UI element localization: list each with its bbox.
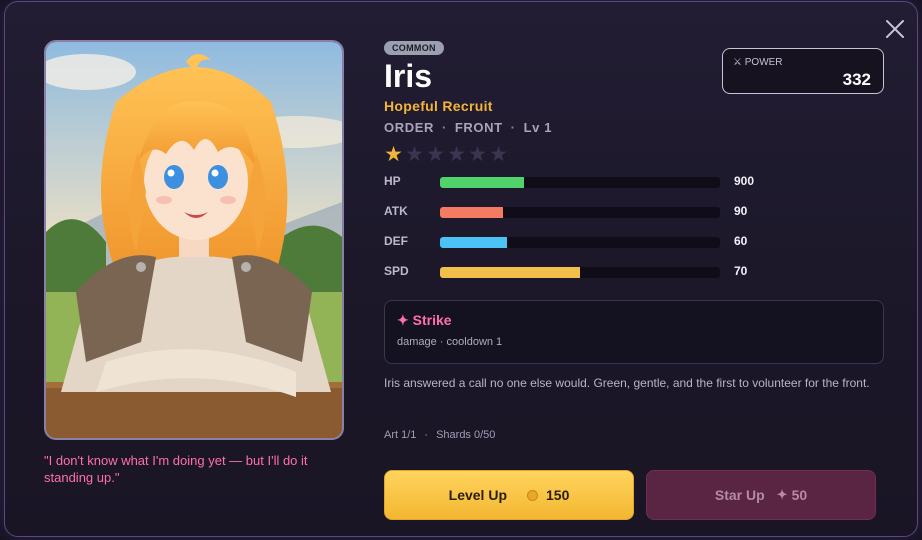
collection-info: Art 1/1 · Shards 0/50 [384, 429, 496, 441]
level-up-cost: 150 [546, 487, 570, 503]
skill-name: ✦ Strike [397, 312, 452, 328]
stat-bar-fill [440, 267, 580, 278]
close-icon[interactable] [884, 18, 906, 40]
stat-bar-track [440, 177, 720, 188]
hero-bio: Iris answered a call no one else would. … [384, 376, 870, 390]
stat-row-atk: ATK 90 [384, 204, 784, 220]
star-icon: ★ [468, 143, 487, 166]
stat-bar-fill [440, 177, 524, 188]
power-label: ⚔ POWER [733, 57, 783, 68]
level-up-button[interactable]: Level Up 150 [384, 470, 634, 520]
rarity-badge: COMMON [384, 41, 444, 55]
hero-meta: ORDER · FRONT · Lv 1 [384, 120, 553, 135]
stat-bar-track [440, 237, 720, 248]
stat-value: 70 [734, 264, 748, 278]
star-icon: ★ [384, 143, 403, 166]
stat-label: HP [384, 174, 401, 188]
stat-label: DEF [384, 234, 408, 248]
power-panel: ⚔ POWER 332 [722, 48, 884, 94]
art-count: Art 1/1 [384, 429, 417, 441]
stat-bar-track [440, 207, 720, 218]
stat-bar-track [440, 267, 720, 278]
hero-quote: "I don't know what I'm doing yet — but I… [44, 453, 308, 485]
hero-name: Iris [384, 58, 433, 94]
level-up-label: Level Up [448, 487, 507, 503]
stat-row-spd: SPD 70 [384, 264, 784, 280]
star-icon: ★ [489, 143, 508, 166]
skill-description: damage · cooldown 1 [397, 336, 503, 348]
star-up-cost: 50 [791, 487, 808, 503]
stat-row-def: DEF 60 [384, 234, 784, 250]
star-icon: ★ [426, 143, 445, 166]
stat-bar-fill [440, 207, 503, 218]
hero-faction: ORDER [384, 120, 434, 135]
hero-title: Hopeful Recruit [384, 98, 493, 114]
star-up-button[interactable]: Star Up ✦ 50 [646, 470, 876, 520]
stat-row-hp: HP 900 [384, 174, 784, 190]
hero-level: Lv 1 [523, 120, 553, 135]
skill-card[interactable]: ✦ Strike damage · cooldown 1 [384, 300, 884, 364]
hero-portrait [44, 40, 344, 440]
power-value: 332 [842, 70, 871, 89]
star-icon: ★ [447, 143, 466, 166]
shard-count: Shards 0/50 [436, 429, 496, 441]
stat-label: ATK [384, 204, 408, 218]
stat-value: 90 [734, 204, 748, 218]
star-rating: ★ ★ ★ ★ ★ ★ [383, 143, 509, 167]
shard-icon: ✦ [776, 487, 788, 502]
star-up-label: Star Up [714, 487, 765, 503]
stat-value: 900 [734, 174, 755, 188]
hero-position: FRONT [454, 120, 503, 135]
stat-value: 60 [734, 234, 748, 248]
star-icon: ★ [405, 143, 424, 166]
stat-label: SPD [384, 264, 409, 278]
coin-icon [527, 489, 538, 501]
stat-bar-fill [440, 237, 508, 248]
